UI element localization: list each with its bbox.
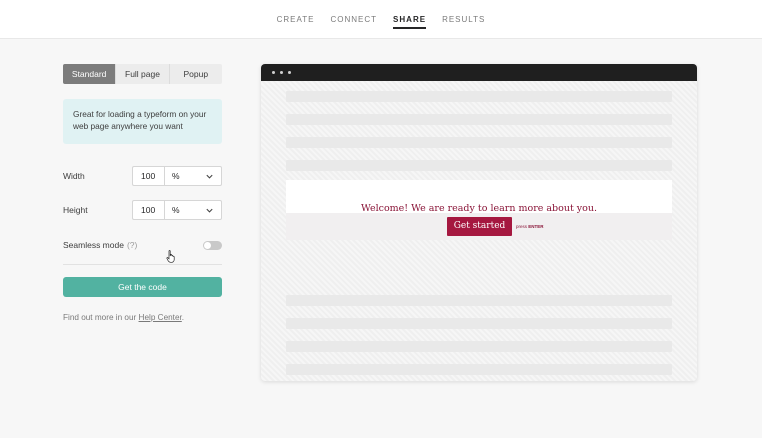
- get-started-button[interactable]: Get started: [447, 217, 512, 236]
- placeholder-line: [286, 364, 672, 375]
- placeholder-line: [286, 341, 672, 352]
- enter-key-text: ENTER: [528, 224, 544, 229]
- width-unit-select[interactable]: %: [164, 166, 222, 186]
- chevron-down-icon: [206, 174, 213, 179]
- browser-title-bar: [261, 64, 697, 81]
- press-enter-hint: press ENTER: [516, 224, 544, 229]
- seamless-label-text: Seamless mode: [63, 240, 124, 250]
- placeholder-line: [286, 114, 672, 125]
- toggle-knob: [204, 242, 211, 249]
- help-note-prefix: Find out more in our: [63, 313, 139, 322]
- placeholder-line: [286, 137, 672, 148]
- embed-type-popup[interactable]: Popup: [170, 64, 222, 84]
- width-unit-value: %: [172, 171, 180, 181]
- height-unit-select[interactable]: %: [164, 200, 222, 220]
- height-label: Height: [63, 205, 88, 215]
- embed-info-box: Great for loading a typeform on your web…: [63, 99, 222, 144]
- window-dot: [272, 71, 275, 74]
- chevron-down-icon: [206, 208, 213, 213]
- embed-preview-window: Welcome! We are ready to learn more abou…: [261, 64, 697, 381]
- help-note-suffix: .: [181, 313, 185, 322]
- width-label: Width: [63, 171, 85, 181]
- top-navigation-bar: CREATE CONNECT SHARE RESULTS: [0, 0, 762, 39]
- seamless-row: Seamless mode (?): [63, 235, 222, 255]
- typeform-welcome-text: Welcome! We are ready to learn more abou…: [360, 203, 598, 214]
- main-nav: CREATE CONNECT SHARE RESULTS: [0, 0, 762, 39]
- height-input[interactable]: 100: [132, 200, 165, 220]
- height-unit-value: %: [172, 205, 180, 215]
- embed-settings-panel: Standard Full page Popup Great for loadi…: [63, 64, 222, 144]
- width-input[interactable]: 100: [132, 166, 165, 186]
- embed-type-full-page[interactable]: Full page: [116, 64, 170, 84]
- placeholder-line: [286, 160, 672, 171]
- height-row: Height 100 %: [63, 200, 222, 220]
- placeholder-line: [286, 91, 672, 102]
- width-row: Width 100 %: [63, 166, 222, 186]
- nav-create[interactable]: CREATE: [277, 0, 315, 39]
- nav-share[interactable]: SHARE: [393, 0, 427, 39]
- nav-connect[interactable]: CONNECT: [330, 0, 377, 39]
- seamless-label: Seamless mode (?): [63, 235, 137, 255]
- press-text: press: [516, 224, 528, 229]
- help-center-note: Find out more in our Help Center.: [63, 313, 184, 323]
- help-center-link[interactable]: Help Center: [139, 313, 182, 322]
- embed-type-standard[interactable]: Standard: [63, 64, 117, 84]
- get-code-button[interactable]: Get the code: [63, 277, 222, 297]
- hand-cursor-icon: [166, 250, 175, 263]
- window-dot: [288, 71, 291, 74]
- divider: [63, 264, 222, 265]
- placeholder-line: [286, 318, 672, 329]
- nav-results[interactable]: RESULTS: [442, 0, 485, 39]
- typeform-embed-preview: Welcome! We are ready to learn more abou…: [286, 180, 672, 240]
- seamless-toggle[interactable]: [203, 241, 222, 250]
- seamless-help[interactable]: (?): [127, 240, 137, 250]
- placeholder-line: [286, 295, 672, 306]
- window-dot: [280, 71, 283, 74]
- embed-type-selector: Standard Full page Popup: [63, 64, 222, 84]
